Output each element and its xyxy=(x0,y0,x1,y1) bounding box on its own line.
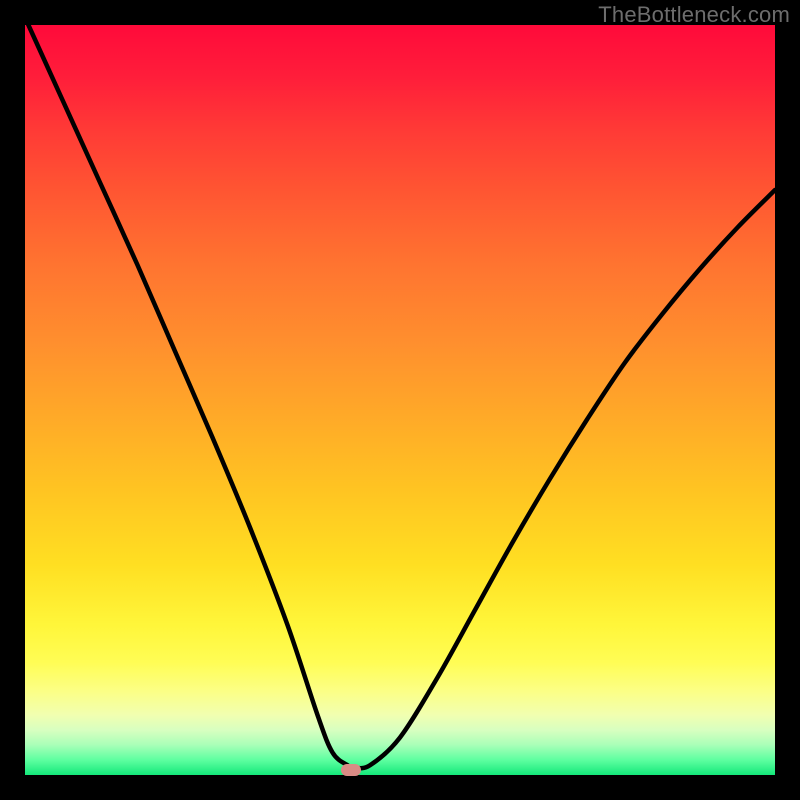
optimal-point-marker xyxy=(341,764,361,776)
chart-frame: TheBottleneck.com xyxy=(0,0,800,800)
plot-area xyxy=(25,25,775,775)
bottleneck-curve xyxy=(25,25,775,775)
watermark-text: TheBottleneck.com xyxy=(598,2,790,28)
